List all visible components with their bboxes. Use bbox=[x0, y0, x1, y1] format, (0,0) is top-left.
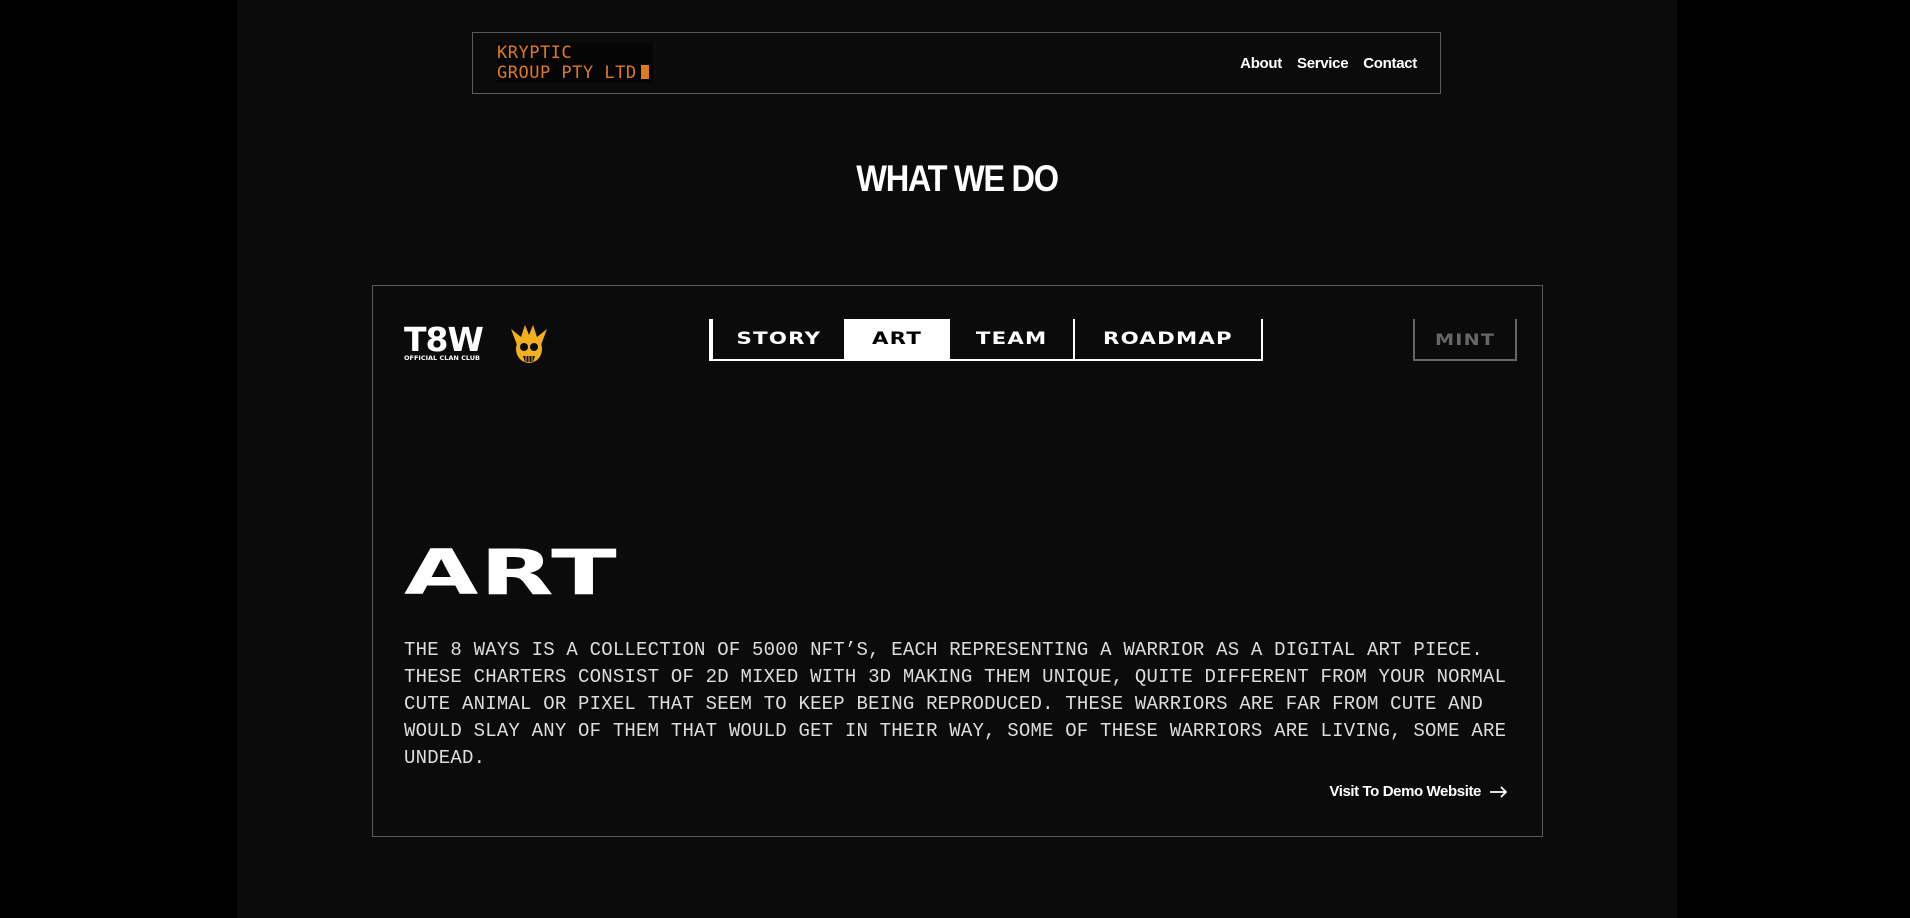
tab-art-label: ART bbox=[871, 329, 923, 349]
page: KRYPTIC GROUP PTY LTD About Service Cont… bbox=[237, 0, 1677, 918]
brand-line-2: GROUP PTY LTD bbox=[497, 63, 637, 83]
mint-button[interactable]: MINT bbox=[1413, 319, 1517, 361]
section-title: WHAT WE DO bbox=[856, 158, 1059, 199]
nav-link-contact[interactable]: Contact bbox=[1363, 55, 1417, 72]
project-tabs: STORY ART TEAM ROADMAP bbox=[709, 319, 1263, 361]
nav-link-about[interactable]: About bbox=[1240, 55, 1282, 72]
visit-demo-label: Visit To Demo Website bbox=[1329, 783, 1481, 800]
top-navbar: KRYPTIC GROUP PTY LTD About Service Cont… bbox=[472, 32, 1441, 94]
art-description: THE 8 WAYS IS A COLLECTION OF 5000 NFT’S… bbox=[404, 639, 1507, 769]
brand-logo[interactable]: KRYPTIC GROUP PTY LTD bbox=[497, 43, 653, 83]
main-nav: About Service Contact bbox=[1240, 33, 1417, 93]
tab-team-label: TEAM bbox=[975, 329, 1048, 349]
samurai-skull-icon bbox=[511, 325, 547, 363]
tab-story[interactable]: STORY bbox=[711, 319, 844, 359]
nav-link-service[interactable]: Service bbox=[1297, 55, 1349, 72]
art-heading: ART bbox=[404, 536, 619, 609]
cursor-block-icon bbox=[640, 65, 649, 79]
visit-demo-link[interactable]: Visit To Demo Website bbox=[1329, 783, 1508, 800]
project-showcase-card: T8W OFFICIAL CLAN CLUB STORY ART TEAM RO… bbox=[372, 285, 1543, 837]
tab-story-label: STORY bbox=[736, 329, 821, 349]
arrow-right-icon bbox=[1490, 785, 1508, 798]
tab-roadmap-label: ROADMAP bbox=[1103, 329, 1233, 349]
tab-team[interactable]: TEAM bbox=[950, 319, 1075, 359]
tab-roadmap[interactable]: ROADMAP bbox=[1075, 319, 1261, 359]
brand-line-1: KRYPTIC bbox=[497, 43, 573, 63]
logo-subtext: OFFICIAL CLAN CLUB bbox=[404, 354, 480, 362]
t8w-logo[interactable]: T8W OFFICIAL CLAN CLUB bbox=[404, 316, 569, 366]
mint-button-label: MINT bbox=[1434, 329, 1496, 349]
tab-art[interactable]: ART bbox=[844, 319, 950, 359]
